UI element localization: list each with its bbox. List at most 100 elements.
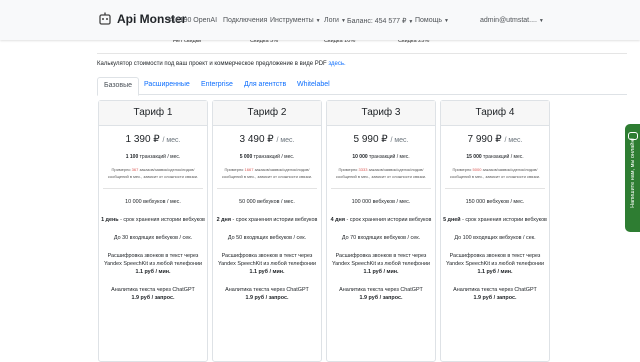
divider bbox=[103, 188, 203, 189]
nav-tools-dropdown[interactable]: Инструменты ▼ bbox=[270, 17, 321, 24]
transactions-label: транзакций / мес. bbox=[253, 154, 295, 160]
gpt-price: 1.9 руб / запрос. bbox=[359, 295, 403, 301]
transactions: 15 000 транзакций / мес. bbox=[441, 154, 549, 160]
gpt-text: Аналитика текста через ChatGPT bbox=[111, 287, 195, 293]
example-prefix: Примерно bbox=[111, 167, 131, 172]
storage-text: - срок хранения истории вебхуков bbox=[462, 217, 547, 223]
price-value: 7 990 ₽ bbox=[467, 134, 502, 145]
calculator-text: Калькулятор стоимости под ваш проект и к… bbox=[97, 61, 327, 67]
transactions-count: 1 100 bbox=[125, 154, 139, 160]
transactions-label: транзакций / мес. bbox=[483, 154, 524, 160]
gpt-feature: Аналитика текста через ChatGPT 1.9 руб / … bbox=[441, 286, 549, 302]
tab-basic[interactable]: Базовые bbox=[97, 77, 140, 96]
example-prefix: Примерно bbox=[452, 167, 472, 172]
example-prefix: Примерно bbox=[338, 167, 358, 172]
speech-feature: Расшифровка звонков в текст через Yandex… bbox=[213, 252, 321, 276]
nav-help-dropdown[interactable]: Помощь ▼ bbox=[415, 17, 449, 24]
plan-price: 7 990 ₽ / мес. bbox=[441, 134, 549, 145]
example-count: 1667 bbox=[244, 167, 254, 172]
nav-balance-label: Баланс: 454 577 ₽ bbox=[347, 18, 407, 25]
incoming-limit: До 70 входящих вебхуков / сек. bbox=[341, 235, 421, 241]
speech-price: 1.1 руб / мин. bbox=[477, 269, 513, 275]
gpt-text: Аналитика текста через ChatGPT bbox=[225, 287, 309, 293]
speech-text: Расшифровка звонков в текст через Yandex… bbox=[103, 253, 203, 267]
chevron-down-icon: ▼ bbox=[340, 18, 346, 24]
plan-card: Тариф 3 5 990 ₽ / мес. 10 000 транзакций /… bbox=[326, 100, 436, 362]
price-period: / мес. bbox=[162, 137, 181, 144]
transactions: 10 000 транзакций / мес. bbox=[327, 154, 435, 160]
example-note: Примерно 3333 заказов/заявок/сделок/лидо… bbox=[334, 166, 428, 180]
storage-days: 4 дня bbox=[330, 217, 345, 223]
plan-tabs: Базовые Расширенные Enterprise Для агент… bbox=[97, 77, 627, 96]
plan-title: Тариф 1 bbox=[99, 101, 207, 126]
storage-days: 1 день bbox=[101, 217, 119, 223]
speech-text: Расшифровка звонков в текст через Yandex… bbox=[445, 253, 545, 267]
speech-price: 1.1 руб / мин. bbox=[249, 269, 285, 275]
gpt-price: 1.9 руб / запрос. bbox=[245, 295, 289, 301]
speech-price: 1.1 руб / мин. bbox=[135, 269, 171, 275]
gpt-feature: Аналитика текста через ChatGPT 1.9 руб / … bbox=[99, 286, 207, 302]
tab-enterprise[interactable]: Enterprise bbox=[201, 77, 233, 93]
nav-logs-label: Логи bbox=[324, 17, 339, 24]
gpt-feature: Аналитика текста через ChatGPT 1.9 руб / … bbox=[327, 286, 435, 302]
speech-price: 1.1 руб / мин. bbox=[363, 269, 399, 275]
nav-connections[interactable]: Подключения bbox=[223, 17, 267, 24]
speech-feature: Расшифровка звонков в текст через Yandex… bbox=[327, 252, 435, 276]
incoming-limit: До 30 входящих вебхуков / сек. bbox=[113, 235, 193, 241]
plan-price: 5 990 ₽ / мес. bbox=[327, 134, 435, 145]
chevron-down-icon: ▼ bbox=[538, 18, 544, 24]
tab-extended[interactable]: Расширенные bbox=[144, 77, 190, 93]
price-period: / мес. bbox=[276, 137, 295, 144]
nav-help-label: Помощь bbox=[415, 17, 443, 24]
gpt-feature: Аналитика текста через ChatGPT 1.9 руб / … bbox=[213, 286, 321, 302]
example-count: 3333 bbox=[358, 167, 368, 172]
plan-card: Тариф 4 7 990 ₽ / мес. 15 000 транзакций /… bbox=[440, 100, 550, 362]
price-value: 5 990 ₽ bbox=[353, 134, 388, 145]
plan-title: Тариф 4 bbox=[441, 101, 549, 126]
example-note: Примерно 5000 заказов/заявок/сделок/лидо… bbox=[448, 166, 542, 180]
nav-user-label: admin@utmstat.... bbox=[480, 17, 537, 24]
speech-text: Расшифровка звонков в текст через Yandex… bbox=[331, 253, 431, 267]
plan-card: Тариф 2 3 490 ₽ / мес. 5 000 транзакций / … bbox=[212, 100, 322, 362]
transactions-count: 5 000 bbox=[239, 154, 253, 160]
speech-feature: Расшифровка звонков в текст через Yandex… bbox=[99, 252, 207, 276]
transactions: 5 000 транзакций / мес. bbox=[213, 154, 321, 160]
storage-days: 2 дня bbox=[216, 217, 231, 223]
chevron-down-icon: ▼ bbox=[315, 18, 321, 24]
tab-whitelabel[interactable]: Whitelabel bbox=[297, 77, 330, 93]
webhooks-limit: 10 000 вебхуков / мес. bbox=[125, 199, 181, 205]
incoming-limit: До 100 входящих вебхуков / сек. bbox=[454, 235, 536, 241]
gpt-text: Аналитика текста через ChatGPT bbox=[339, 287, 423, 293]
nav-tools-label: Инструменты bbox=[270, 17, 314, 24]
storage-period: 2 дня - срок хранения истории вебхуков bbox=[213, 216, 321, 224]
webhooks-limit: 100 000 вебхуков / мес. bbox=[351, 199, 411, 205]
calculator-note: Калькулятор стоимости под ваш проект и к… bbox=[97, 61, 346, 67]
divider bbox=[97, 53, 627, 54]
transactions-count: 15 000 bbox=[466, 154, 482, 160]
transactions-count: 10 000 bbox=[352, 154, 368, 160]
nav-logs-dropdown[interactable]: Логи ▼ bbox=[324, 17, 346, 24]
gpt-price: 1.9 руб / запрос. bbox=[131, 295, 175, 301]
storage-days: 5 дней bbox=[443, 217, 461, 223]
plan-title: Тариф 3 bbox=[327, 101, 435, 126]
divider bbox=[217, 188, 317, 189]
chevron-down-icon: ▼ bbox=[444, 18, 449, 24]
storage-text: - срок хранения истории вебхуков bbox=[346, 217, 432, 223]
nav-order[interactable]: #16190 OpenAI bbox=[168, 17, 217, 24]
storage-period: 5 дней - срок хранения истории вебхуков bbox=[441, 216, 549, 224]
price-period: / мес. bbox=[390, 137, 409, 144]
example-prefix: Примерно bbox=[224, 167, 244, 172]
tab-agencies[interactable]: Для агентств bbox=[244, 77, 286, 93]
incoming-limit: До 50 входящих вебхуков / сек. bbox=[227, 235, 307, 241]
robot-logo-icon bbox=[99, 12, 111, 25]
price-period: / мес. bbox=[504, 137, 523, 144]
nav-user-dropdown[interactable]: admin@utmstat.... ▼ bbox=[480, 17, 544, 24]
nav-balance-dropdown[interactable]: Баланс: 454 577 ₽ ▼ bbox=[347, 17, 413, 25]
calculator-link[interactable]: здесь. bbox=[328, 61, 345, 67]
plan-title: Тариф 2 bbox=[213, 101, 321, 126]
example-count: 5000 bbox=[472, 167, 482, 172]
transactions-label: транзакций / мес. bbox=[369, 154, 410, 160]
online-chat-widget[interactable]: Напишите нам, мы онлайн! bbox=[625, 124, 640, 232]
example-count: 367 bbox=[131, 167, 139, 172]
webhooks-limit: 50 000 вебхуков / мес. bbox=[239, 199, 295, 205]
